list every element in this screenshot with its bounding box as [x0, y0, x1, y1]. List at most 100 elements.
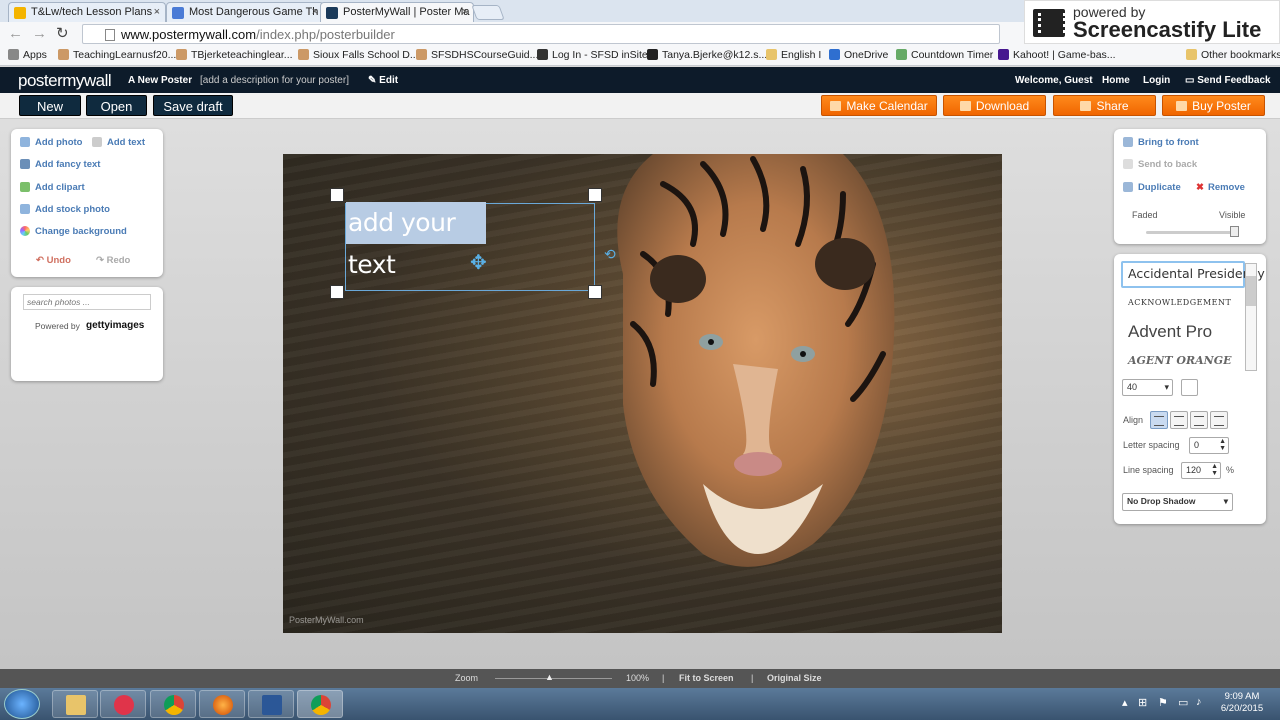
taskbar-chrome[interactable] [150, 690, 196, 718]
bookmark-item[interactable]: Countdown Timer [896, 49, 993, 61]
close-icon[interactable]: × [312, 6, 318, 18]
bookmark-label: Other bookmarks [1201, 49, 1280, 61]
open-button[interactable]: Open [86, 95, 147, 116]
add-fancy-text-link[interactable]: Add fancy text [20, 159, 100, 170]
tab-lesson-plans[interactable]: T&Lw/tech Lesson Plans - × [8, 2, 166, 22]
new-button[interactable]: New [19, 95, 81, 116]
align-center-button[interactable] [1170, 411, 1188, 429]
clock-date: 6/20/2015 [1220, 703, 1264, 714]
font-option-acknowledgement[interactable]: ACKNOWLEDGEMENT [1128, 298, 1231, 307]
undo-link[interactable]: ↶ Undo [36, 255, 71, 266]
start-button[interactable] [4, 689, 40, 719]
chevron-down-icon: ▾ [1223, 496, 1228, 506]
align-left-button[interactable] [1150, 411, 1168, 429]
line-spacing-stepper[interactable]: 120 ▲ ▼ [1181, 462, 1221, 479]
poster-description[interactable]: [add a description for your poster] [200, 75, 349, 86]
original-size-link[interactable]: Original Size [767, 673, 822, 683]
bookmark-item[interactable]: English I [766, 49, 821, 61]
send-feedback-link[interactable]: ▭ Send Feedback [1185, 75, 1271, 86]
bookmark-item[interactable]: Tanya.Bjerke@k12.s... [647, 49, 767, 61]
taskbar-explorer[interactable] [52, 690, 98, 718]
home-link[interactable]: Home [1102, 75, 1130, 86]
volume-icon[interactable]: ♪ [1196, 696, 1202, 708]
calendar-icon [830, 101, 842, 111]
edit-link[interactable]: ✎ Edit [368, 75, 398, 86]
bookmark-item[interactable]: Log In - SFSD inSite [537, 49, 648, 61]
link-label: Redo [106, 255, 131, 266]
download-button[interactable]: Download [943, 95, 1046, 116]
forward-icon[interactable]: → [32, 25, 47, 43]
bookmark-other[interactable]: Other bookmarks [1186, 49, 1280, 61]
pmw-header: postermywall A New Poster [add a descrip… [0, 67, 1280, 93]
network-icon[interactable]: ⊞ [1138, 696, 1147, 709]
tray-arrow-icon[interactable]: ▴ [1122, 696, 1128, 709]
add-text-link[interactable]: Add text [92, 137, 145, 148]
change-background-link[interactable]: Change background [20, 226, 127, 237]
search-photos-input[interactable] [23, 294, 151, 310]
letter-spacing-value: 0 [1194, 440, 1200, 450]
action-bar: New Open Save draft Make Calendar Downlo… [0, 93, 1280, 119]
resize-handle-bottom-right[interactable] [588, 285, 602, 299]
remove-link[interactable]: ✖ Remove [1196, 182, 1245, 193]
new-tab-button[interactable] [471, 5, 505, 20]
canvas-text-element[interactable]: add your text [346, 202, 486, 279]
close-icon[interactable]: × [154, 6, 160, 18]
address-bar[interactable]: www.postermywall.com/index.php/posterbui… [82, 24, 1075, 44]
font-option-agent-orange[interactable]: AGENT ORANGE [1128, 354, 1231, 367]
login-link[interactable]: Login [1143, 75, 1170, 86]
bookmark-item[interactable]: OneDrive [829, 49, 888, 61]
add-photo-link[interactable]: Add photo [20, 137, 82, 148]
link-label: Add photo [35, 137, 83, 148]
apps-grid-icon [8, 49, 19, 60]
bookmark-item[interactable]: Sioux Falls School D... [298, 49, 419, 61]
link-label: Bring to front [1138, 137, 1199, 148]
bookmark-item[interactable]: TeachingLearnusf20... [58, 49, 176, 61]
bookmark-apps[interactable]: Apps [8, 49, 47, 61]
rotate-icon[interactable]: ⟲ [604, 246, 616, 263]
tab-dangerous-game[interactable]: Most Dangerous Game Th × [166, 2, 324, 22]
redo-link[interactable]: ↷ Redo [96, 255, 130, 266]
system-clock[interactable]: 9:09 AM 6/20/2015 [1212, 691, 1272, 715]
bookmark-item[interactable]: Kahoot! | Game-bas... [998, 49, 1116, 61]
duplicate-link[interactable]: Duplicate [1123, 182, 1181, 193]
resize-handle-top-left[interactable] [330, 188, 344, 202]
tab-postermywall[interactable]: PosterMyWall | Poster Ma × [320, 2, 474, 23]
drop-shadow-select[interactable]: No Drop Shadow ▾ [1122, 493, 1233, 511]
resize-handle-top-right[interactable] [588, 188, 602, 202]
zoom-slider-thumb[interactable]: ▲ [545, 672, 554, 682]
pmw-logo[interactable]: postermywall [18, 71, 112, 91]
make-calendar-button[interactable]: Make Calendar [821, 95, 937, 116]
back-icon[interactable]: ← [8, 25, 23, 43]
font-list-scroll-thumb[interactable] [1246, 276, 1256, 306]
flag-icon[interactable]: ⚑ [1158, 696, 1168, 709]
bookmark-item[interactable]: TBjerketeachinglear... [176, 49, 293, 61]
clipart-icon [20, 182, 30, 192]
site-icon [416, 49, 427, 60]
fit-to-screen-link[interactable]: Fit to Screen [679, 673, 734, 683]
align-right-button[interactable] [1190, 411, 1208, 429]
reload-icon[interactable]: ↻ [56, 25, 69, 43]
taskbar-itunes[interactable] [100, 690, 146, 718]
battery-icon[interactable]: ▭ [1178, 696, 1188, 709]
align-justify-button[interactable] [1210, 411, 1228, 429]
close-icon[interactable]: × [462, 6, 468, 18]
bookmark-item[interactable]: SFSDHSCourseGuid... [416, 49, 538, 61]
font-size-select[interactable]: 40 ▾ [1122, 379, 1173, 396]
buy-poster-button[interactable]: Buy Poster [1162, 95, 1265, 116]
taskbar-firefox[interactable] [199, 690, 245, 718]
share-button[interactable]: Share [1053, 95, 1156, 116]
add-stock-photo-link[interactable]: Add stock photo [20, 204, 110, 215]
save-draft-button[interactable]: Save draft [153, 95, 233, 116]
letter-spacing-stepper[interactable]: 0 ▲ ▼ [1189, 437, 1229, 454]
taskbar-word[interactable] [248, 690, 294, 718]
move-icon[interactable]: ✥ [470, 250, 487, 275]
bring-to-front-link[interactable]: Bring to front [1123, 137, 1199, 148]
text-color-swatch[interactable] [1181, 379, 1198, 396]
taskbar-chrome-active[interactable] [297, 690, 343, 718]
send-to-back-link[interactable]: Send to back [1123, 159, 1197, 170]
opacity-slider-thumb[interactable] [1230, 226, 1239, 237]
opacity-slider-track[interactable] [1146, 231, 1238, 234]
resize-handle-bottom-left[interactable] [330, 285, 344, 299]
add-clipart-link[interactable]: Add clipart [20, 182, 85, 193]
font-option-advent-pro[interactable]: Advent Pro [1128, 322, 1212, 342]
